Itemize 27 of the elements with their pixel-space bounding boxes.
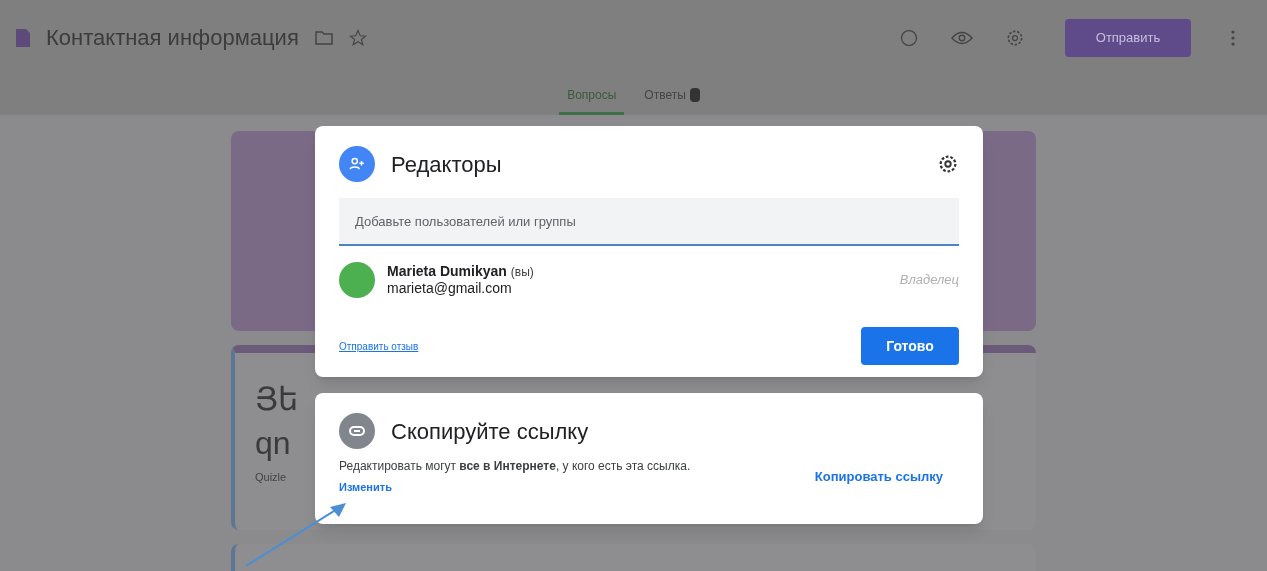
user-name: Marieta Dumikyan (387, 262, 507, 280)
add-people-field[interactable]: Добавьте пользователей или группы (339, 198, 959, 246)
form-title-fragment: Յե (255, 380, 299, 419)
user-you-label: (вы) (510, 264, 534, 280)
eye-icon[interactable] (951, 29, 973, 46)
feedback-link[interactable]: Отправить отзыв (339, 338, 419, 354)
send-button[interactable]: Отправить (1065, 18, 1191, 57)
form-description-fragment: Quizle (255, 470, 287, 485)
form-title: Контактная информация (46, 24, 299, 52)
tab[interactable]: Ответы (636, 86, 708, 115)
form-title-fragment: qn (255, 424, 291, 463)
link-icon (339, 413, 375, 449)
add-person-icon (339, 146, 375, 182)
more-icon[interactable] (1231, 29, 1235, 46)
done-button[interactable]: Готово (861, 327, 959, 365)
dialog-title: Редакторы (391, 150, 502, 179)
role-label: Владелец (899, 271, 959, 290)
change-link[interactable]: Изменить (339, 479, 392, 496)
document-icon[interactable] (16, 28, 30, 47)
copy-link-button[interactable]: Копировать ссылку (806, 462, 951, 490)
settings-icon[interactable] (937, 153, 959, 175)
count-badge (689, 88, 700, 102)
user-email: marieta@gmail.com (387, 280, 513, 298)
access-description: Редактировать могут все в Интернете, у кого есть эта ссылка. (339, 458, 691, 475)
dialog-title: Скопируйте ссылку (391, 417, 589, 446)
star-icon[interactable] (348, 28, 367, 47)
folder-icon[interactable] (314, 30, 333, 45)
